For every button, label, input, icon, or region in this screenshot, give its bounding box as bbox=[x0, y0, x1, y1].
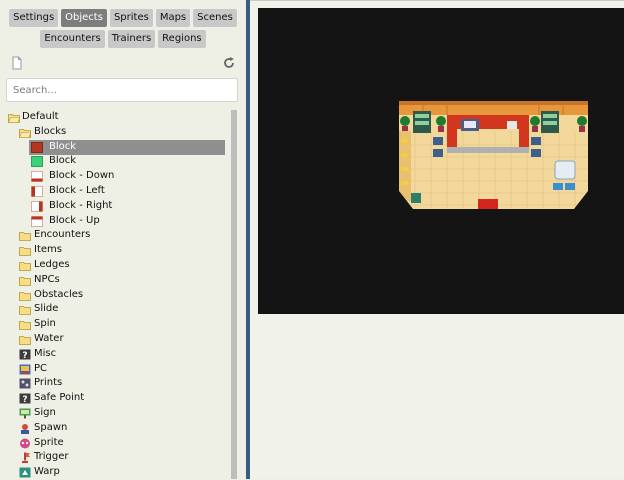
tree-item-warp[interactable]: Warp bbox=[0, 465, 232, 480]
tab-bar-primary: Settings Objects Sprites Maps Scenes bbox=[0, 9, 246, 27]
tree-item-obstacles[interactable]: Obstacles bbox=[0, 288, 232, 303]
tree-item-label: Sprite bbox=[34, 436, 64, 448]
tree-item-label: Block - Down bbox=[49, 170, 115, 182]
tree-item-label: Warp bbox=[34, 466, 60, 478]
trigger-icon bbox=[22, 452, 30, 464]
block-green-icon bbox=[31, 156, 43, 168]
tree-item-items[interactable]: Items bbox=[0, 243, 232, 258]
sign-icon bbox=[19, 408, 31, 419]
folder-icon bbox=[19, 276, 31, 286]
tab-regions[interactable]: Regions bbox=[158, 30, 206, 48]
block-right-icon bbox=[31, 200, 43, 212]
folder-icon bbox=[19, 262, 31, 271]
tree-item-label: Block - Up bbox=[49, 214, 100, 226]
tab-trainers[interactable]: Trainers bbox=[107, 30, 156, 48]
refresh-icon[interactable] bbox=[222, 56, 236, 70]
tree-item-label: Items bbox=[34, 244, 62, 256]
tree-item-trigger[interactable]: Trigger bbox=[0, 450, 232, 465]
tree-item-label: Block - Right bbox=[49, 199, 113, 211]
tree-item-label: Blocks bbox=[34, 125, 67, 137]
folder-open-icon bbox=[8, 114, 20, 123]
tree-item-block[interactable]: Block bbox=[0, 139, 232, 155]
tree-item-spin[interactable]: Spin bbox=[0, 317, 232, 332]
tree-item-label: Trigger bbox=[34, 451, 69, 463]
folder-icon bbox=[19, 291, 31, 301]
tree-item-sign[interactable]: Sign bbox=[0, 406, 232, 421]
tree-item-block-down[interactable]: Block - Down bbox=[0, 169, 232, 184]
folder-icon bbox=[19, 247, 31, 257]
tab-bar-secondary: Encounters Trainers Regions bbox=[0, 30, 246, 48]
question-icon: ? bbox=[19, 393, 31, 404]
tree-item-blocks[interactable]: Blocks bbox=[0, 125, 232, 140]
spawn-icon bbox=[21, 423, 29, 434]
svg-text:?: ? bbox=[22, 395, 27, 404]
tab-settings[interactable]: Settings bbox=[9, 9, 59, 27]
tree-item-block-left[interactable]: Block - Left bbox=[0, 184, 232, 199]
tree-item-label: Safe Point bbox=[34, 392, 85, 404]
folder-icon bbox=[19, 306, 31, 316]
tree-item-label: Spin bbox=[34, 318, 56, 330]
tree-item-label: Misc bbox=[34, 347, 57, 359]
pokemon-center-map-image bbox=[399, 101, 588, 219]
tree-item-label: Prints bbox=[34, 377, 63, 389]
objects-panel: Settings Objects Sprites Maps Scenes Encount… bbox=[0, 0, 246, 479]
tab-scenes[interactable]: Scenes bbox=[193, 9, 237, 27]
folder-open-icon bbox=[19, 128, 31, 138]
tree-item-npcs[interactable]: NPCs bbox=[0, 273, 232, 288]
tree-item-label: NPCs bbox=[34, 273, 60, 285]
sprite-icon bbox=[20, 438, 30, 449]
panel-top-border bbox=[250, 0, 624, 1]
question-icon: ? bbox=[19, 349, 31, 360]
new-file-icon[interactable] bbox=[10, 56, 24, 70]
panel-toolbar bbox=[10, 56, 236, 70]
tree-item-label: Default bbox=[22, 111, 59, 122]
folder-icon bbox=[19, 232, 31, 242]
tree-item-pc[interactable]: PC bbox=[0, 362, 232, 377]
tree-item-default[interactable]: Default bbox=[0, 110, 232, 125]
tree-item-label: Water bbox=[34, 332, 64, 344]
tree-item-label: Encounters bbox=[34, 229, 91, 241]
object-tree: Default Blocks Block Block Block - Down Block… bbox=[0, 110, 232, 480]
warp-icon bbox=[19, 467, 31, 478]
tree-item-sprite[interactable]: Sprite bbox=[0, 436, 232, 451]
block-left-icon bbox=[31, 186, 43, 197]
tree-item-label: Obstacles bbox=[34, 288, 84, 300]
tree-item-encounters[interactable]: Encounters bbox=[0, 228, 232, 243]
tab-sprites[interactable]: Sprites bbox=[109, 9, 153, 27]
search-input[interactable] bbox=[6, 78, 238, 102]
tree-scrollbar[interactable] bbox=[231, 110, 237, 479]
tree-item-label: Block bbox=[49, 155, 77, 167]
tree-item-prints[interactable]: Prints bbox=[0, 376, 232, 391]
folder-icon bbox=[19, 336, 31, 345]
pc-icon bbox=[19, 364, 31, 375]
prints-icon bbox=[19, 378, 31, 389]
tree-item-spawn[interactable]: Spawn bbox=[0, 421, 232, 436]
map-canvas[interactable] bbox=[258, 8, 624, 314]
tree-item-ledges[interactable]: Ledges bbox=[0, 258, 232, 273]
tree-item-water[interactable]: Water bbox=[0, 332, 232, 347]
tree-item-label: Spawn bbox=[34, 421, 68, 433]
tree-item-block[interactable]: Block bbox=[0, 154, 232, 169]
map-preview-panel bbox=[250, 0, 624, 479]
tab-objects[interactable]: Objects bbox=[61, 9, 107, 27]
tree-item-safe-point[interactable]: ? Safe Point bbox=[0, 391, 232, 406]
tree-item-label: Block bbox=[49, 140, 77, 152]
svg-text:?: ? bbox=[22, 351, 27, 360]
tab-encounters[interactable]: Encounters bbox=[40, 30, 105, 48]
tree-item-block-right[interactable]: Block - Right bbox=[0, 199, 232, 214]
block-up-icon bbox=[31, 215, 43, 227]
tree-item-label: Slide bbox=[34, 303, 59, 315]
block-down-icon bbox=[31, 171, 43, 183]
tree-item-misc[interactable]: ? Misc bbox=[0, 347, 232, 362]
tree-item-label: PC bbox=[34, 362, 48, 374]
tree-item-slide[interactable]: Slide bbox=[0, 302, 232, 317]
tree-item-block-up[interactable]: Block - Up bbox=[0, 214, 232, 229]
tree-item-label: Ledges bbox=[34, 258, 70, 270]
folder-icon bbox=[19, 321, 31, 331]
tree-item-label: Sign bbox=[34, 406, 56, 418]
tree-item-label: Block - Left bbox=[49, 184, 105, 196]
tab-maps[interactable]: Maps bbox=[155, 9, 191, 27]
block-red-icon bbox=[31, 141, 43, 153]
